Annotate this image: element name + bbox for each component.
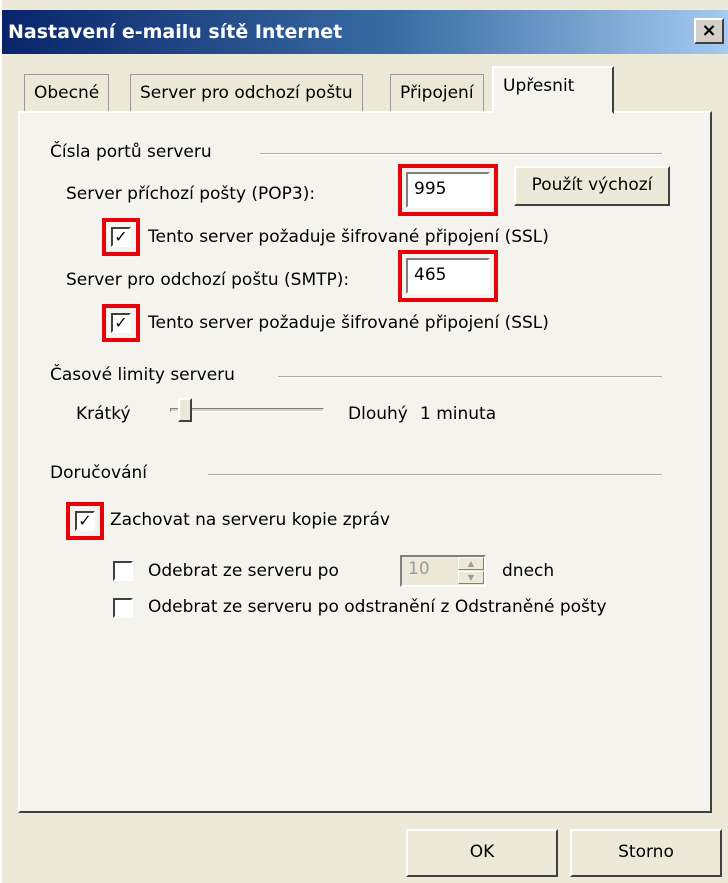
- remove-after-days-value: 10: [408, 559, 430, 579]
- title-bar: Nastavení e-mailu sítě Internet ×: [2, 10, 728, 54]
- outgoing-port-label: Server pro odchozí poštu (SMTP):: [66, 270, 350, 290]
- spin-up-icon[interactable]: ▲: [458, 557, 484, 570]
- outgoing-ssl-label: Tento server požaduje šifrované připojen…: [148, 313, 549, 333]
- tab-connection[interactable]: Připojení: [390, 74, 484, 112]
- use-default-button[interactable]: Použít výchozí: [514, 166, 670, 206]
- keep-copy-checkbox[interactable]: ✓: [75, 511, 95, 531]
- remove-after-days-spinner[interactable]: 10 ▲ ▼: [400, 555, 486, 587]
- email-settings-dialog: Nastavení e-mailu sítě Internet × Obecné…: [2, 0, 728, 883]
- timeout-value: 1 minuta: [420, 404, 497, 424]
- delivery-group-divider: [208, 474, 662, 476]
- close-button[interactable]: ×: [694, 18, 724, 44]
- days-unit-label: dnech: [502, 561, 555, 581]
- window-title: Nastavení e-mailu sítě Internet: [8, 21, 343, 43]
- checkmark-icon: ✓: [114, 227, 128, 246]
- delivery-group-heading: Doručování: [50, 463, 155, 483]
- timeout-slider-thumb[interactable]: [178, 398, 192, 422]
- keep-copy-label: Zachovat na serveru kopie zpráv: [110, 510, 390, 530]
- incoming-port-label: Server příchozí pošty (POP3):: [66, 184, 316, 204]
- remove-after-label: Odebrat ze serveru po: [148, 561, 339, 581]
- checkmark-icon: ✓: [114, 313, 128, 332]
- spin-down-icon[interactable]: ▼: [458, 571, 484, 584]
- timeout-long-label: Dlouhý: [348, 404, 408, 424]
- remove-deleted-checkbox[interactable]: [113, 598, 133, 618]
- timeout-slider-track: [170, 408, 324, 412]
- ok-button[interactable]: OK: [406, 829, 558, 877]
- cancel-button[interactable]: Storno: [570, 829, 722, 877]
- checkmark-icon: ✓: [78, 511, 92, 530]
- remove-after-checkbox[interactable]: [113, 561, 133, 581]
- outgoing-ssl-checkbox[interactable]: ✓: [111, 313, 131, 333]
- timeouts-group-heading: Časové limity serveru: [50, 365, 243, 385]
- tab-advanced[interactable]: Upřesnit: [492, 66, 614, 114]
- close-icon: ×: [701, 20, 717, 41]
- tab-panel-advanced: [18, 111, 712, 813]
- timeouts-group-divider: [278, 376, 662, 378]
- ports-group-divider: [260, 153, 662, 155]
- timeout-short-label: Krátký: [76, 404, 131, 424]
- remove-deleted-label: Odebrat ze serveru po odstranění z Odstr…: [148, 597, 607, 617]
- incoming-ssl-checkbox[interactable]: ✓: [111, 227, 131, 247]
- tab-outgoing-server[interactable]: Server pro odchozí poštu: [130, 74, 363, 112]
- incoming-port-input[interactable]: 995: [406, 172, 490, 208]
- ports-group-heading: Čísla portů serveru: [50, 142, 220, 162]
- incoming-ssl-label: Tento server požaduje šifrované připojen…: [148, 227, 549, 247]
- outgoing-port-input[interactable]: 465: [406, 258, 490, 294]
- tab-general[interactable]: Obecné: [24, 74, 110, 112]
